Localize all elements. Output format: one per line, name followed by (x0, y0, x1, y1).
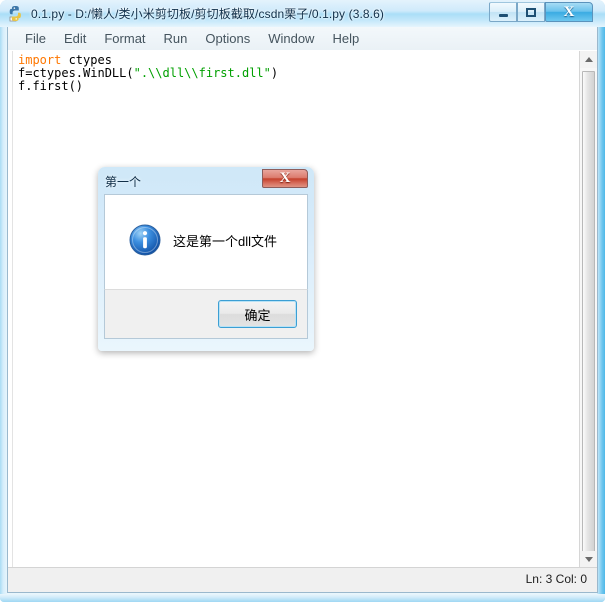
code-token-plain: f.first() (18, 79, 84, 93)
code-token-plain: ctypes (61, 53, 112, 67)
menu-item-format[interactable]: Format (95, 29, 154, 49)
scrollbar-thumb[interactable] (582, 71, 595, 571)
scroll-down-arrow-icon[interactable] (580, 551, 597, 568)
window-title: 0.1.py - D:/懒人/类小米剪切板/剪切板截取/csdn栗子/0.1.p… (31, 7, 384, 21)
info-icon (129, 224, 161, 256)
code-line: f.first() (18, 80, 577, 93)
code-token-plain: ) (270, 66, 279, 80)
dialog-title: 第一个 (105, 175, 142, 189)
menu-item-edit[interactable]: Edit (55, 29, 95, 49)
dialog-ok-button[interactable]: 确定 (218, 300, 297, 328)
message-dialog: 第一个 X 这是第一个dll文件 确定 (98, 167, 314, 351)
close-button[interactable]: X (545, 2, 593, 22)
vertical-scrollbar[interactable] (579, 51, 597, 571)
menu-item-help[interactable]: Help (323, 29, 368, 49)
maximize-button[interactable] (517, 2, 545, 22)
idle-window: 0.1.py - D:/懒人/类小米剪切板/剪切板截取/csdn栗子/0.1.p… (0, 0, 605, 602)
code-token-keyword: import (18, 53, 62, 67)
minimize-icon (490, 3, 516, 21)
code-token-string: ".\\dll\\first.dll" (133, 66, 271, 80)
scroll-up-arrow-icon[interactable] (580, 51, 597, 68)
menu-item-options[interactable]: Options (196, 29, 259, 49)
code-line: f=ctypes.WinDLL(".\\dll\\first.dll") (18, 67, 577, 80)
cursor-position-status: Ln: 3 Col: 0 (525, 572, 587, 586)
dialog-ok-label: 确定 (244, 307, 271, 323)
code-text[interactable]: import ctypes f=ctypes.WinDLL(".\\dll\\fi… (18, 54, 577, 93)
dialog-close-icon: X (279, 170, 291, 186)
code-token-plain: f=ctypes.WinDLL( (18, 66, 134, 80)
menubar: File Edit Format Run Options Window Help (8, 27, 597, 51)
window-edge-bottom (0, 594, 605, 602)
python-idle-icon (9, 6, 21, 22)
menu-item-file[interactable]: File (16, 29, 55, 49)
statusbar: Ln: 3 Col: 0 (8, 567, 597, 592)
window-titlebar[interactable]: 0.1.py - D:/懒人/类小米剪切板/剪切板截取/csdn栗子/0.1.p… (0, 0, 605, 27)
dialog-message: 这是第一个dll文件 (173, 234, 278, 249)
menu-item-run[interactable]: Run (155, 29, 197, 49)
maximize-icon (518, 3, 544, 21)
window-edge-right (597, 24, 605, 602)
minimize-button[interactable] (489, 2, 517, 22)
dialog-body: 这是第一个dll文件 (104, 194, 308, 289)
dialog-titlebar[interactable]: 第一个 X (98, 167, 314, 194)
menu-item-window[interactable]: Window (259, 29, 323, 49)
dialog-footer: 确定 (104, 289, 308, 339)
close-icon: X (563, 3, 575, 20)
dialog-close-button[interactable]: X (262, 169, 308, 188)
editor-left-margin (8, 51, 13, 568)
